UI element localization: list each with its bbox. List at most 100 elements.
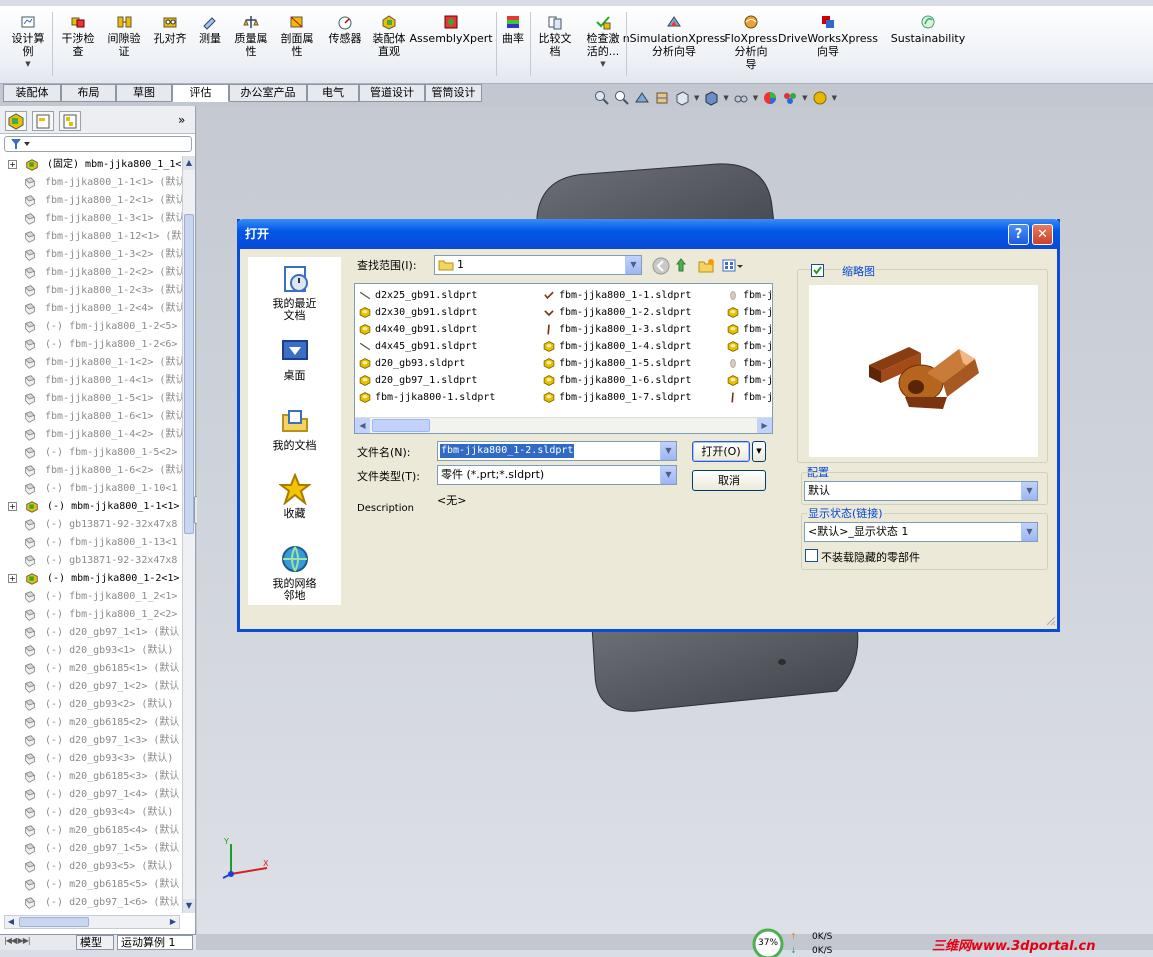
tree-row[interactable]: (-) d20_gb97_1<1> (默认 [0, 624, 182, 642]
tree-row[interactable]: (-) m20_gb6185<3> (默认 [0, 768, 182, 786]
file-item[interactable]: fbm-jjka800_1-7.sldprt [541, 389, 691, 406]
tree-row[interactable]: fbm-jjka800_1-2<2> (默认 [0, 264, 182, 282]
chevron-down-icon[interactable]: ▼ [832, 94, 837, 102]
tree-row[interactable]: (-) fbm-jjka800_1-5<2> [0, 444, 182, 462]
configuration-manager-tab[interactable] [59, 111, 81, 131]
file-item[interactable]: fbm-j [725, 304, 772, 321]
chevron-down-icon[interactable]: ▼ [600, 58, 605, 71]
tree-row[interactable]: (-) d20_gb93<3> (默认) [0, 750, 182, 768]
previous-view-icon[interactable] [634, 90, 650, 106]
tree-row[interactable]: (-) fbm-jjka800_1-2<6> [0, 336, 182, 354]
tab-4[interactable]: 办公室产品 [229, 84, 307, 102]
hide-show-items-icon[interactable] [733, 90, 749, 106]
file-item[interactable]: fbm-jjka800_1-2.sldprt [541, 304, 691, 321]
scroll-thumb[interactable] [19, 917, 89, 927]
ribbon-button-assemblyxpert[interactable]: AssemblyXpert [409, 14, 493, 45]
scroll-right-arrow-icon[interactable]: ▶ [167, 916, 179, 928]
ribbon-button-assembly-visual[interactable]: 装配体 直观 [368, 14, 410, 58]
tree-row[interactable]: fbm-jjka800_1-3<2> (默认 [0, 246, 182, 264]
tree-row[interactable]: (-) m20_gb6185<5> (默认 [0, 876, 182, 894]
tree-row[interactable]: (-) fbm-jjka800_1-2<5> [0, 318, 182, 336]
tree-filter-field[interactable] [4, 136, 192, 152]
zoom-area-icon[interactable] [614, 90, 630, 106]
tree-row[interactable]: fbm-jjka800_1-1<2> (默认 [0, 354, 182, 372]
chevron-down-icon[interactable]: ▼ [1021, 523, 1037, 541]
tree-assembly-row[interactable]: + (-) mbm-jjka800_1-1<1> [0, 498, 182, 516]
tree-row[interactable]: (-) fbm-jjka800_1_2<1> [0, 588, 182, 606]
ribbon-button-curvature[interactable]: 曲率 [500, 14, 526, 45]
scroll-down-arrow-icon[interactable]: ▼ [183, 899, 195, 913]
file-item[interactable]: fbm-j [725, 389, 772, 406]
chevron-down-icon[interactable]: ▼ [660, 442, 676, 460]
ribbon-button-driveworks[interactable]: DriveWorksXpress 向导 [778, 14, 878, 58]
up-folder-icon[interactable] [675, 258, 687, 272]
file-item[interactable]: fbm-jjka800_1-3.sldprt [541, 321, 691, 338]
chevron-down-icon[interactable]: ▼ [694, 94, 699, 102]
tree-row[interactable]: (-) gb13871-92-32x47x8 [0, 516, 182, 534]
ribbon-button-clearance[interactable]: 间隙验 证 [104, 14, 144, 58]
scroll-thumb[interactable] [184, 214, 194, 534]
scroll-left-arrow-icon[interactable]: ◀ [5, 916, 17, 928]
tree-row[interactable]: (-) d20_gb93<4> (默认) [0, 804, 182, 822]
ribbon-button-mass-props[interactable]: 质量属 性 [230, 14, 272, 58]
tree-row[interactable]: (-) d20_gb93<5> (默认) [0, 858, 182, 876]
filename-combo[interactable]: fbm-jjka800_1-2.sldprt ▼ [437, 441, 677, 461]
tree-assembly-row[interactable]: + (固定) mbm-jjka800_1_1< [0, 156, 182, 174]
ribbon-button-check[interactable]: 检查激 活的... ▼ [582, 14, 624, 71]
file-item[interactable]: fbm-jjka800_1-6.sldprt [541, 372, 691, 389]
expand-panel-chevron-icon[interactable]: » [178, 113, 185, 127]
tree-assembly-row[interactable]: + (-) mbm-jjka800_1-2<1> [0, 570, 182, 588]
tree-row[interactable]: fbm-jjka800_1-3<1> (默认 [0, 210, 182, 228]
tree-row[interactable]: (-) fbm-jjka800_1_2<2> [0, 606, 182, 624]
file-list-horizontal-scrollbar[interactable]: ◀ ▶ [355, 417, 772, 433]
tree-row[interactable]: (-) d20_gb93<2> (默认) [0, 696, 182, 714]
scroll-right-arrow-icon[interactable]: ▶ [757, 418, 772, 433]
place-favorites-star[interactable]: 收藏 [248, 473, 341, 520]
file-item[interactable]: fbm-j [725, 372, 772, 389]
zoom-fit-icon[interactable] [594, 90, 610, 106]
tree-row[interactable]: (-) d20_gb97_1<4> (默认 [0, 786, 182, 804]
tree-row[interactable]: fbm-jjka800_1-2<3> (默认 [0, 282, 182, 300]
dialog-titlebar[interactable]: 打开 ? ✕ [237, 219, 1060, 249]
config-combo[interactable]: 默认 ▼ [804, 481, 1038, 501]
chevron-down-icon[interactable]: ▼ [660, 466, 676, 484]
property-manager-tab[interactable] [32, 111, 54, 131]
chevron-down-icon[interactable]: ▼ [753, 94, 758, 102]
tab-0[interactable]: 装配体 [3, 84, 61, 102]
scroll-up-arrow-icon[interactable]: ▲ [183, 156, 195, 170]
hidden-parts-checkbox[interactable] [805, 549, 818, 562]
ribbon-button-floxpress[interactable]: FloXpress 分析向 导 [724, 14, 778, 71]
place-desktop[interactable]: 桌面 [248, 335, 341, 382]
tree-row[interactable]: fbm-jjka800_1-6<1> (默认 [0, 408, 182, 426]
tree-row[interactable]: (-) d20_gb97_1<5> (默认 [0, 840, 182, 858]
file-item[interactable]: d4x40_gb91.sldprt [357, 321, 495, 338]
ribbon-button-hole-align[interactable]: 孔对齐 [150, 14, 190, 45]
apply-scene-icon[interactable] [782, 90, 798, 106]
tab-1[interactable]: 布局 [61, 84, 116, 102]
filetype-combo[interactable]: 零件 (*.prt;*.sldprt) ▼ [437, 465, 677, 485]
tree-row[interactable]: (-) fbm-jjka800_1-10<1 [0, 480, 182, 498]
place-recent-docs[interactable]: 我的最近 文档 [248, 263, 341, 322]
view-orientation-icon[interactable] [674, 90, 690, 106]
thumbnail-checkbox[interactable] [811, 264, 824, 277]
tree-row[interactable]: (-) m20_gb6185<4> (默认 [0, 822, 182, 840]
chevron-down-icon[interactable]: ▼ [625, 256, 641, 274]
open-button[interactable]: 打开(O) [692, 441, 750, 462]
ribbon-button-compare[interactable]: 比较文 档 [536, 14, 574, 58]
tab-6[interactable]: 管道设计 [359, 84, 425, 102]
tab-motion-study[interactable]: 运动算例 1 [117, 935, 193, 950]
expand-toggle-icon[interactable]: + [8, 502, 17, 511]
tree-row[interactable]: fbm-jjka800_1-2<1> (默认 [0, 192, 182, 210]
edit-appearance-icon[interactable] [762, 90, 778, 106]
tab-model[interactable]: 模型 [76, 935, 114, 950]
tab-3[interactable]: 评估 [172, 84, 229, 102]
expand-toggle-icon[interactable]: + [8, 160, 17, 169]
file-item[interactable]: fbm-jjka800_1-4.sldprt [541, 338, 691, 355]
tree-row[interactable]: fbm-jjka800_1-12<1> (默 [0, 228, 182, 246]
tab-2[interactable]: 草图 [116, 84, 172, 102]
file-list[interactable]: d2x25_gb91.sldprt d2x30_gb91.sldprt d4x40_… [354, 283, 773, 434]
tree-row[interactable]: (-) fbm-jjka800_1-13<1 [0, 534, 182, 552]
file-item[interactable]: d20_gb97_1.sldprt [357, 372, 495, 389]
tree-row[interactable]: (-) m20_gb6185<2> (默认 [0, 714, 182, 732]
close-button[interactable]: ✕ [1032, 224, 1053, 245]
